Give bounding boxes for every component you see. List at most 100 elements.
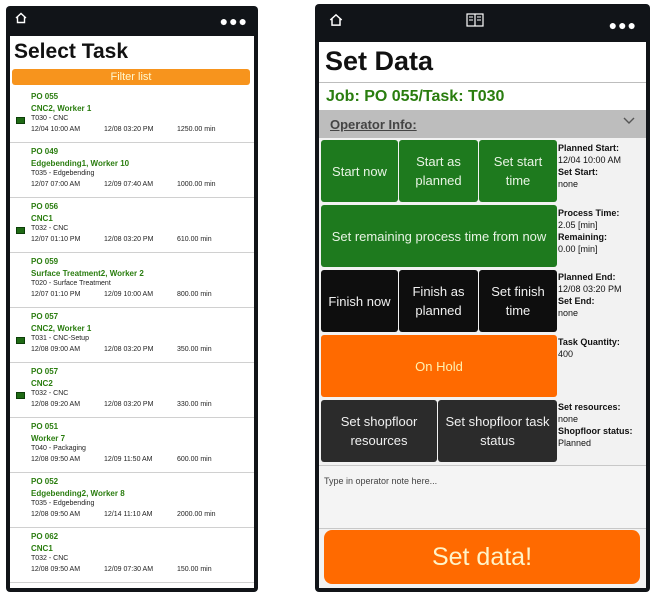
book-icon[interactable] — [466, 12, 484, 34]
task-end-time: 12/09 10:00 AM — [104, 291, 154, 298]
task-name: T035 - Edgebending — [31, 170, 95, 177]
task-resource: CNC2 — [31, 379, 53, 388]
task-list-item[interactable]: PO 057 CNC2 T032 - CNC 12/08 09:20 AM 12/08 … — [10, 363, 254, 418]
task-list-item[interactable]: PO 062 CNC1 T032 - CNC 12/08 09:50 AM 12/09 … — [10, 528, 254, 583]
task-list: PO 055 CNC2, Worker 1 T030 - CNC 12/04 10:0… — [10, 88, 254, 588]
task-po-number: PO 056 — [31, 202, 59, 211]
operator-note-area — [319, 465, 646, 529]
finish-now-button[interactable]: Finish now — [321, 270, 398, 332]
task-end-time: 12/08 03:20 PM — [104, 126, 154, 133]
set-end-value: none — [558, 308, 579, 318]
process-time-label: Process Time: — [558, 208, 620, 218]
set-remaining-time-button[interactable]: Set remaining process time from now — [321, 205, 557, 267]
set-finish-time-button[interactable]: Set finish time — [479, 270, 557, 332]
task-end-time: 12/09 07:30 AM — [104, 566, 154, 573]
set-shopfloor-task-status-button[interactable]: Set shopfloor task status — [438, 400, 557, 462]
task-start-time: 12/07 01:10 PM — [31, 236, 81, 243]
remaining-value: 0.00 [min] — [558, 244, 598, 254]
task-po-number: PO 057 — [31, 312, 59, 321]
shopfloor-status-value: Planned — [558, 438, 592, 448]
task-resource: Edgebending1, Worker 10 — [31, 159, 130, 168]
resource-info: Set resources: none Shopfloor status: Pl… — [558, 401, 633, 449]
task-duration: 350.00 min — [177, 346, 212, 353]
set-data-button[interactable]: Set data! — [324, 530, 640, 584]
finish-as-planned-button[interactable]: Finish as planned — [399, 270, 478, 332]
set-resources-value: none — [558, 414, 579, 424]
task-resource: Worker 7 — [31, 434, 66, 443]
set-start-time-button[interactable]: Set start time — [479, 140, 557, 202]
page-title: Set Data — [325, 46, 434, 76]
task-start-time: 12/07 07:00 AM — [31, 181, 81, 188]
task-end-time: 12/08 03:20 PM — [104, 346, 154, 353]
task-resource: CNC2, Worker 1 — [31, 104, 92, 113]
left-top-bar: ●●● — [6, 6, 258, 36]
task-list-screen: Select Task Filter list PO 055 CNC2, Work… — [10, 36, 254, 588]
task-end-time: 12/08 03:20 PM — [104, 401, 154, 408]
task-list-item[interactable]: PO 049 Edgebending1, Worker 10 T035 - Edge… — [10, 143, 254, 198]
task-duration: 1250.00 min — [177, 126, 216, 133]
more-icon[interactable]: ●●● — [609, 14, 637, 36]
end-info: Planned End: 12/08 03:20 PM Set End: non… — [558, 271, 622, 319]
task-list-item[interactable]: PO 057 CNC2, Worker 1 T031 - CNC-Setup 12/0… — [10, 308, 254, 363]
start-now-button[interactable]: Start now — [321, 140, 398, 202]
task-start-time: 12/07 01:10 PM — [31, 291, 81, 298]
job-label: Job: PO 055/Task: T030 — [326, 88, 505, 105]
set-data-screen: Set Data Job: PO 055/Task: T030 Operator… — [319, 42, 646, 588]
task-name: T032 - CNC — [31, 555, 69, 562]
task-duration: 610.00 min — [177, 236, 212, 243]
right-top-bar: ●●● — [315, 4, 650, 42]
task-list-item[interactable]: PO 058 — [10, 583, 254, 588]
page-title: Select Task — [14, 40, 129, 63]
task-po-number: PO 058 — [31, 587, 58, 588]
chevron-down-icon[interactable] — [622, 113, 636, 130]
task-start-time: 12/08 09:50 AM — [31, 566, 81, 573]
task-list-item[interactable]: PO 052 Edgebending2, Worker 8 T035 - Edgeb… — [10, 473, 254, 528]
task-resource: CNC2, Worker 1 — [31, 324, 92, 333]
flag-icon — [16, 227, 25, 234]
left-device: ●●● Select Task Filter list PO 055 CNC2, … — [6, 6, 258, 592]
task-po-number: PO 055 — [31, 92, 59, 101]
task-duration: 2000.00 min — [177, 511, 216, 518]
task-name: T030 - CNC — [31, 115, 69, 122]
task-list-item[interactable]: PO 051 Worker 7 T040 - Packaging 12/08 09:5… — [10, 418, 254, 473]
task-start-time: 12/08 09:00 AM — [31, 346, 81, 353]
set-start-label: Set Start: — [558, 167, 599, 177]
task-po-number: PO 051 — [31, 422, 59, 431]
process-info: Process Time: 2.05 [min] Remaining: 0.00… — [558, 207, 619, 255]
filter-list-button[interactable]: Filter list — [12, 69, 250, 85]
task-name: T031 - CNC-Setup — [31, 335, 89, 342]
set-shopfloor-resources-button[interactable]: Set shopfloor resources — [321, 400, 437, 462]
set-resources-label: Set resources: — [558, 402, 621, 412]
task-end-time: 12/09 07:40 AM — [104, 181, 154, 188]
set-end-label: Set End: — [558, 296, 595, 306]
task-list-item[interactable]: PO 059 Surface Treatment2, Worker 2 T020 -… — [10, 253, 254, 308]
shopfloor-status-label: Shopfloor status: — [558, 426, 633, 436]
task-duration: 330.00 min — [177, 401, 212, 408]
task-duration: 600.00 min — [177, 456, 212, 463]
task-name: T035 - Edgebending — [31, 500, 95, 507]
task-name: T040 - Packaging — [31, 445, 86, 452]
remaining-label: Remaining: — [558, 232, 608, 242]
home-icon[interactable] — [328, 12, 344, 35]
task-list-item[interactable]: PO 055 CNC2, Worker 1 T030 - CNC 12/04 10:0… — [10, 88, 254, 143]
more-icon[interactable]: ●●● — [220, 10, 248, 32]
task-start-time: 12/08 09:50 AM — [31, 511, 81, 518]
task-resource: CNC1 — [31, 214, 53, 223]
task-name: T020 - Surface Treatment — [31, 280, 111, 287]
task-start-time: 12/04 10:00 AM — [31, 126, 81, 133]
on-hold-button[interactable]: On Hold — [321, 335, 557, 397]
flag-icon — [16, 337, 25, 344]
flag-icon — [16, 392, 25, 399]
right-device: ●●● Set Data Job: PO 055/Task: T030 Oper… — [315, 4, 650, 592]
operator-note-input[interactable] — [322, 469, 641, 493]
task-po-number: PO 052 — [31, 477, 59, 486]
task-po-number: PO 049 — [31, 147, 59, 156]
quantity-info: Task Quantity: 400 — [558, 336, 620, 360]
home-icon[interactable] — [14, 10, 28, 32]
task-duration: 1000.00 min — [177, 181, 216, 188]
task-po-number: PO 059 — [31, 257, 59, 266]
operator-info-expander[interactable]: Operator Info: — [319, 110, 646, 138]
start-as-planned-button[interactable]: Start as planned — [399, 140, 478, 202]
task-list-item[interactable]: PO 056 CNC1 T032 - CNC 12/07 01:10 PM 12/08 … — [10, 198, 254, 253]
task-end-time: 12/08 03:20 PM — [104, 236, 154, 243]
